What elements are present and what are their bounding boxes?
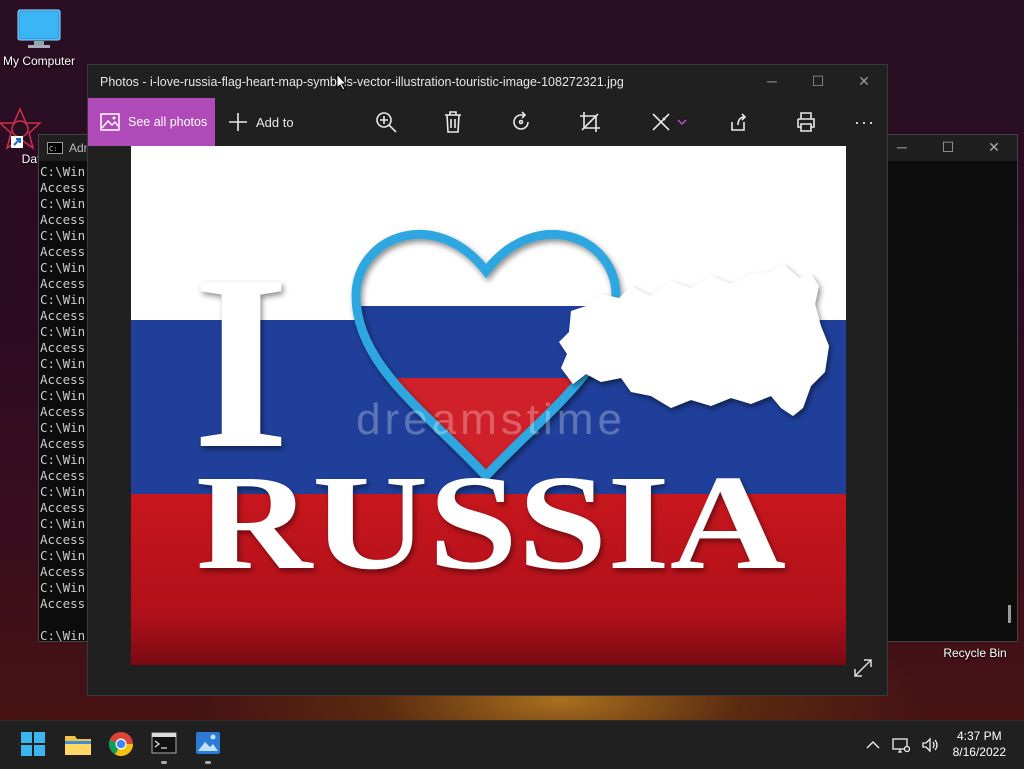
more-options-button[interactable]: ··· <box>854 98 875 146</box>
photos-close-button[interactable]: ✕ <box>841 65 887 98</box>
photo-gallery-icon <box>100 113 120 131</box>
chrome-button[interactable] <box>108 731 136 759</box>
file-explorer-button[interactable] <box>64 731 92 759</box>
cmd-scrollbar[interactable] <box>1008 605 1011 623</box>
chrome-icon <box>108 732 133 757</box>
folder-icon <box>65 736 91 755</box>
monitor-icon <box>17 9 61 48</box>
photos-window[interactable]: Photos - i-love-russia-flag-heart-map-sy… <box>87 64 888 696</box>
russia-word: RUSSIA <box>196 448 786 598</box>
taskbar: 4:37 PM 8/16/2022 <box>0 720 1024 769</box>
printer-icon <box>797 112 815 132</box>
edit-create-button[interactable] <box>651 98 687 146</box>
cmd-running-indicator <box>161 761 167 764</box>
system-tray <box>866 721 940 769</box>
terminal-icon <box>151 732 177 754</box>
zoom-in-icon <box>376 112 397 133</box>
photos-app-icon <box>196 732 220 754</box>
cmd-close-button[interactable]: ✕ <box>971 135 1017 161</box>
share-button[interactable] <box>728 98 748 146</box>
crop-icon <box>580 112 600 132</box>
my-computer-shortcut[interactable]: My Computer <box>0 8 81 68</box>
add-to-label: Add to <box>256 114 294 130</box>
rotate-button[interactable] <box>510 98 532 146</box>
add-to-button[interactable]: Add to <box>228 98 294 146</box>
photos-minimize-button[interactable]: ─ <box>749 65 795 98</box>
datawatch-logo-icon <box>0 107 42 150</box>
network-icon[interactable] <box>892 737 910 753</box>
plus-icon <box>229 113 247 131</box>
taskbar-clock[interactable]: 4:37 PM 8/16/2022 <box>953 728 1006 760</box>
print-button[interactable] <box>796 98 816 146</box>
zoom-button[interactable] <box>375 98 397 146</box>
expand-icon <box>854 659 872 677</box>
photos-running-indicator <box>205 761 211 764</box>
clock-time: 4:37 PM <box>956 729 1002 743</box>
watermark-text: dreamstime <box>356 395 626 444</box>
svg-text:C:: C: <box>49 145 57 153</box>
i-love-russia-image: dreamstime I RUSSIA <box>131 146 846 665</box>
windows-logo-icon <box>21 732 45 756</box>
cmd-taskbar-button[interactable] <box>151 731 179 764</box>
chevron-down-icon <box>677 119 687 126</box>
photos-title: Photos - i-love-russia-flag-heart-map-sy… <box>100 74 624 89</box>
crop-button[interactable] <box>579 98 601 146</box>
photos-toolbar: See all photos Add to ··· <box>88 98 887 146</box>
share-icon <box>731 113 747 131</box>
cmd-icon: C: <box>47 142 63 154</box>
delete-button[interactable] <box>444 98 462 146</box>
recycle-bin-shortcut[interactable]: Recycle Bin <box>933 646 1017 660</box>
edit-tools-icon <box>652 113 670 131</box>
clock-date: 8/16/2022 <box>952 745 1006 759</box>
photos-maximize-button[interactable]: ☐ <box>795 65 841 98</box>
photos-titlebar[interactable]: Photos - i-love-russia-flag-heart-map-sy… <box>88 65 887 98</box>
see-all-photos-label: See all photos <box>128 115 208 129</box>
chevron-up-icon[interactable] <box>866 740 880 750</box>
see-all-photos-button[interactable]: See all photos <box>88 98 215 146</box>
more-icon: ··· <box>854 111 875 132</box>
volume-icon[interactable] <box>922 737 940 753</box>
start-button[interactable] <box>20 731 48 759</box>
mouse-cursor-icon <box>336 73 348 91</box>
recycle-bin-label: Recycle Bin <box>943 646 1007 660</box>
my-computer-label: My Computer <box>2 54 76 68</box>
rotate-icon <box>513 111 529 130</box>
photos-taskbar-button[interactable] <box>195 731 223 764</box>
fullscreen-button[interactable] <box>853 658 873 683</box>
photo-viewer-image[interactable]: dreamstime I RUSSIA <box>131 146 846 665</box>
trash-icon <box>445 111 461 133</box>
cmd-maximize-button[interactable]: ☐ <box>925 135 971 161</box>
